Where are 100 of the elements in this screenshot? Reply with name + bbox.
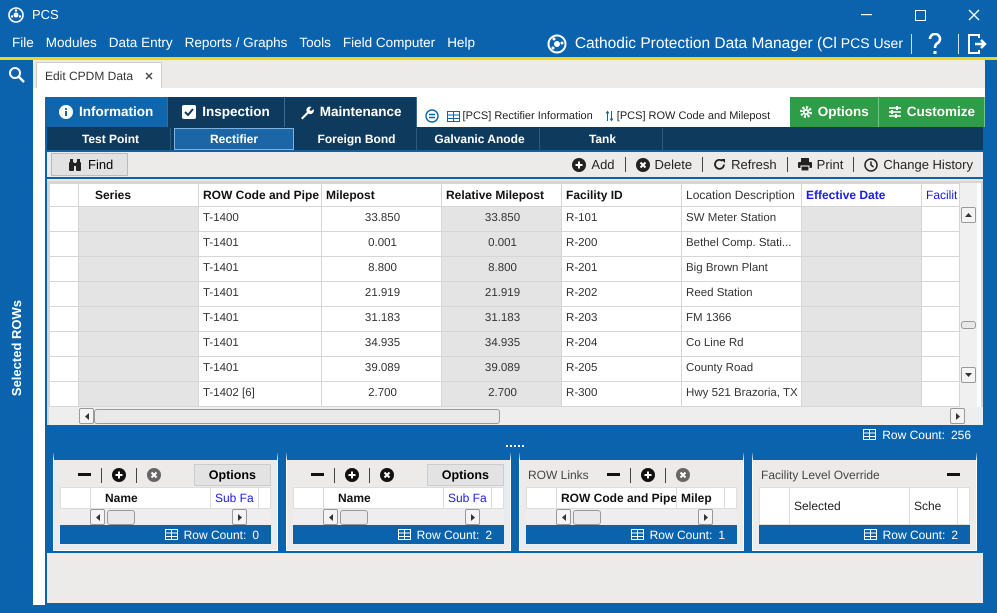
add-icon	[345, 468, 359, 482]
column-header[interactable]: Milep	[681, 489, 712, 507]
column-header[interactable]: Facility ID	[562, 184, 682, 206]
options-button[interactable]: Options	[194, 464, 271, 486]
clock-icon	[864, 158, 878, 172]
table-icon	[398, 529, 411, 540]
table-cell: T-1401	[198, 232, 322, 256]
search-icon[interactable]	[8, 66, 26, 84]
caret-left-icon	[562, 514, 566, 520]
menu-item[interactable]: Help	[441, 33, 481, 54]
table-icon	[446, 110, 460, 122]
table-cell: T-1400	[198, 206, 322, 232]
table-cell: 0.001	[442, 232, 562, 256]
menu-item[interactable]: Reports / Graphs	[178, 33, 294, 54]
table-icon	[630, 529, 644, 540]
scroll-left-button[interactable]	[556, 509, 571, 525]
table-cell: R-200	[562, 232, 682, 256]
column-header[interactable]: Sub Fa	[215, 489, 254, 507]
find-button[interactable]: Find	[51, 153, 128, 176]
table-cell: Big Brown Plant	[682, 256, 802, 282]
toolbar-button[interactable]: Print	[788, 154, 854, 174]
menu-item[interactable]: Data Entry	[102, 33, 179, 54]
caret-right-icon	[956, 412, 960, 420]
module-tab[interactable]: Maintenance	[284, 97, 417, 127]
row-count: 256	[950, 426, 971, 444]
column-header[interactable]: Series	[78, 184, 198, 206]
scroll-down-button[interactable]	[961, 367, 976, 383]
scroll-left-button[interactable]	[90, 509, 105, 525]
toolbar-button[interactable]: Delete	[626, 154, 702, 174]
scroll-left-button[interactable]	[323, 509, 338, 525]
row-count: 1	[718, 526, 725, 544]
customize-button[interactable]: Customize	[878, 97, 985, 127]
scrollbar-thumb[interactable]	[340, 510, 368, 524]
table-cell: T-1401	[198, 356, 322, 382]
scroll-up-button[interactable]	[961, 207, 976, 223]
table-cell: 2.700	[442, 382, 562, 406]
column-header[interactable]: Location Description	[682, 184, 802, 206]
menu-item[interactable]: Tools	[293, 33, 337, 54]
toolbar-button[interactable]: Change History	[854, 154, 983, 174]
minus-icon	[947, 473, 960, 477]
module-tab[interactable]: Inspection	[168, 97, 285, 127]
caret-left-icon	[84, 412, 88, 420]
table-icon	[863, 429, 876, 440]
add-icon	[112, 468, 126, 482]
document-tab[interactable]: Edit CPDM Data	[36, 62, 162, 88]
options-button[interactable]: Options	[790, 97, 879, 127]
column-header[interactable]: Effective Date	[802, 184, 922, 206]
scrollbar-thumb[interactable]	[573, 510, 601, 524]
module-tab[interactable]: Information	[45, 97, 168, 127]
table-cell: R-101	[562, 206, 682, 232]
menu-item[interactable]: Field Computer	[336, 33, 442, 54]
row-count-label: Row Count:	[882, 526, 946, 544]
caret-up-icon	[965, 213, 972, 217]
row-count-label: Row Count:	[184, 526, 246, 544]
table-cell: R-203	[562, 306, 682, 332]
refresh-icon	[713, 158, 726, 171]
report-link[interactable]: [PCS] ROW Code and Milepost	[600, 108, 774, 124]
column-header[interactable]: Sche	[914, 497, 942, 515]
table-cell: Co Line Rd	[682, 332, 802, 356]
binoculars-icon	[68, 158, 82, 172]
maximize-icon	[914, 10, 926, 20]
scroll-left-button[interactable]	[79, 408, 94, 424]
sidebar-label[interactable]: Selected ROWs	[6, 300, 26, 397]
menu-item[interactable]: Modules	[40, 33, 103, 54]
filter-circle-icon[interactable]	[424, 109, 439, 123]
caret-left-icon	[328, 514, 332, 520]
table-cell: County Road	[682, 356, 802, 382]
column-header[interactable]: Name	[338, 489, 371, 507]
info-icon	[59, 105, 73, 119]
column-header[interactable]: Sub Fa	[448, 489, 487, 507]
sub-tab[interactable]: Rectifier	[174, 128, 294, 150]
column-header[interactable]: Selected	[794, 497, 841, 515]
help-icon[interactable]	[928, 32, 942, 54]
column-header[interactable]: Name	[105, 489, 138, 507]
column-header[interactable]: ROW Code and Pipe	[198, 184, 322, 206]
delete-icon	[676, 468, 690, 482]
table-cell: 8.800	[442, 256, 562, 282]
wrench-icon	[298, 104, 314, 120]
caret-left-icon	[96, 514, 100, 520]
splitter-handle[interactable]	[506, 444, 524, 448]
scrollbar-thumb[interactable]	[107, 510, 135, 524]
scroll-right-button[interactable]	[698, 509, 713, 525]
report-link[interactable]: [PCS] Rectifier Information	[442, 108, 597, 124]
scroll-right-button[interactable]	[950, 408, 965, 424]
logout-icon[interactable]	[967, 32, 989, 54]
toolbar-button[interactable]: Refresh	[703, 154, 787, 174]
scroll-right-button[interactable]	[232, 509, 247, 525]
minus-icon	[606, 473, 620, 477]
table-cell: 39.089	[442, 356, 562, 382]
column-header[interactable]: Relative Milepost	[442, 184, 562, 206]
scrollbar-thumb[interactable]	[94, 408, 500, 424]
toolbar-button[interactable]: Add	[562, 154, 625, 174]
options-button[interactable]: Options	[426, 464, 504, 486]
column-header[interactable]: Milepost	[322, 184, 442, 206]
close-icon[interactable]	[145, 72, 154, 80]
scrollbar-thumb[interactable]	[961, 321, 976, 329]
menu-item[interactable]: File	[6, 33, 40, 54]
table-cell: R-201	[562, 256, 682, 282]
scroll-right-button[interactable]	[465, 509, 480, 525]
caret-right-icon	[470, 514, 474, 520]
